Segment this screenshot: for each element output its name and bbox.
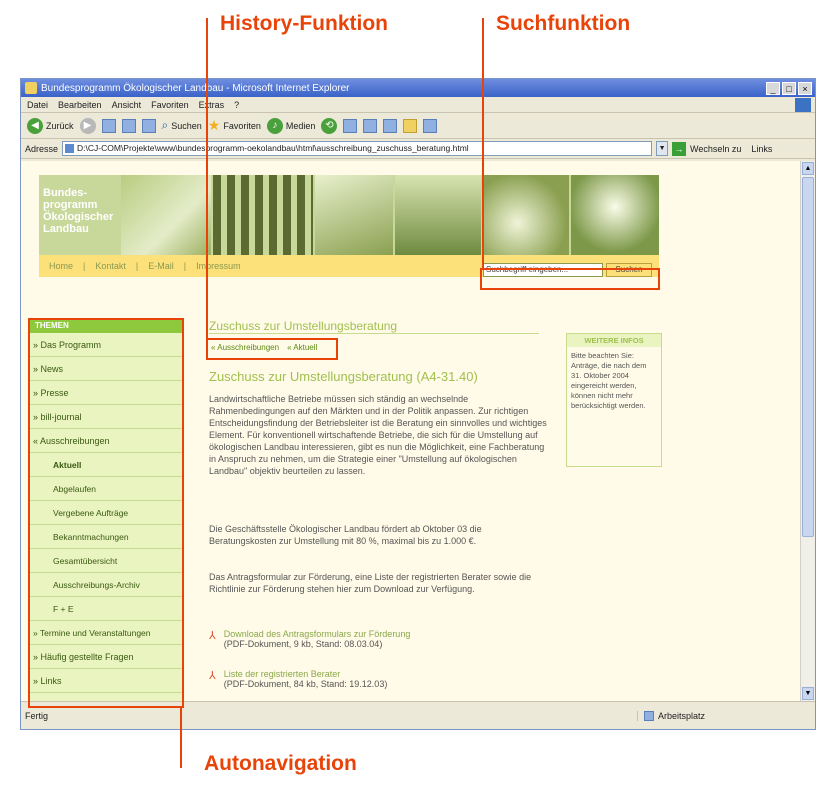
pdf-icon: ⅄: [209, 670, 216, 682]
close-button[interactable]: ×: [798, 81, 812, 95]
toolbar: ◀ Zurück ▶ ⌕ Suchen ★ Favoriten ♪ Medien ⟲: [21, 113, 815, 139]
search-highlight-box: [480, 268, 660, 290]
field-photo: [395, 175, 481, 255]
produce-photo: [315, 175, 393, 255]
logo-line: programm: [43, 199, 98, 211]
paragraph-download: Das Antragsformular zur Förderung, eine …: [209, 572, 532, 594]
download-title[interactable]: Download des Antragsformulars zur Förder…: [224, 629, 411, 639]
messenger-icon[interactable]: [423, 118, 438, 133]
paragraph-funding: Die Geschäftsstelle Ökologischer Landbau…: [209, 524, 482, 546]
media-label: Medien: [285, 120, 316, 131]
search-callout-label: Suchfunktion: [496, 12, 631, 35]
food-photo: [483, 175, 569, 255]
media-button[interactable]: ♪ Medien: [266, 117, 316, 134]
search-toolbar-button[interactable]: ⌕ Suchen: [162, 118, 202, 133]
menu-file[interactable]: Datei: [27, 100, 48, 110]
nav-separator: |: [83, 261, 86, 271]
farmer-photo: [571, 175, 659, 255]
content-heading: Zuschuss zur Umstellungsberatung (A4-31.…: [209, 369, 478, 384]
menu-edit[interactable]: Bearbeiten: [58, 100, 102, 110]
nav-separator: |: [183, 261, 187, 271]
ie-icon: [25, 82, 37, 94]
star-icon: ★: [207, 117, 221, 133]
edit-icon[interactable]: [383, 118, 398, 133]
title-bar: Bundesprogramm Ökologischer Landbau - Mi…: [21, 79, 815, 97]
menu-favorites[interactable]: Favoriten: [151, 100, 189, 110]
menu-view[interactable]: Ansicht: [112, 100, 142, 110]
search-callout-line: [482, 18, 484, 270]
maximize-button[interactable]: □: [782, 81, 796, 95]
vertical-scrollbar[interactable]: ▲ ▼: [800, 161, 815, 701]
folder-icon[interactable]: [403, 118, 418, 133]
zone-text: Arbeitsplatz: [658, 710, 706, 721]
minimize-button[interactable]: _: [766, 81, 780, 95]
infobox-text: Bitte beachten Sie: Anträge, die nach de…: [571, 351, 647, 410]
cow-photo: [121, 175, 211, 255]
zone-indicator: Arbeitsplatz: [637, 710, 797, 721]
nav-separator: |: [135, 261, 139, 271]
windows-flag-icon: [795, 97, 811, 112]
title-divider: [209, 333, 539, 334]
address-field[interactable]: D:\CJ-COM\Projekte\www\bundesprogramm-oe…: [62, 141, 653, 156]
favorites-button[interactable]: ★ Favoriten: [208, 117, 261, 134]
computer-icon: [644, 710, 654, 721]
download-consultants[interactable]: ⅄ Liste der registrierten Berater (PDF-D…: [209, 669, 387, 689]
content-title: Zuschuss zur Umstellungsberatung: [209, 319, 398, 333]
links-label[interactable]: Links: [751, 144, 772, 154]
autonav-highlight-box: [28, 318, 184, 708]
address-dropdown-icon[interactable]: ▼: [656, 141, 669, 156]
address-bar: Adresse D:\CJ-COM\Projekte\www\bundespro…: [21, 139, 815, 159]
media-icon: ♪: [266, 117, 283, 134]
address-label: Adresse: [25, 143, 59, 154]
search-toolbar-label: Suchen: [171, 120, 202, 131]
logo-line: Bundes-: [43, 187, 87, 199]
forward-button[interactable]: ▶: [79, 117, 96, 134]
history-icon[interactable]: ⟲: [321, 117, 338, 134]
history-callout-line: [206, 18, 208, 338]
download-title[interactable]: Liste der registrierten Berater: [224, 669, 388, 679]
download-meta: (PDF-Dokument, 84 kb, Stand: 19.12.03): [223, 679, 388, 689]
nav-kontakt[interactable]: Kontakt: [95, 261, 126, 271]
status-text: Fertig: [25, 710, 49, 721]
logo-line: Ökologischer: [43, 211, 114, 223]
go-icon[interactable]: →: [672, 141, 687, 156]
favorites-label: Favoriten: [223, 120, 261, 131]
bottles-photo: [213, 175, 313, 255]
logo-line: Landbau: [43, 223, 89, 235]
infobox-heading: WEITERE INFOS: [567, 334, 661, 347]
autonav-callout-line: [180, 706, 182, 768]
magnifier-icon: ⌕: [161, 118, 169, 132]
menu-bar: Datei Bearbeiten Ansicht Favoriten Extra…: [21, 97, 815, 113]
back-arrow-icon: ◀: [27, 117, 43, 134]
scroll-down-icon[interactable]: ▼: [802, 687, 814, 700]
back-label: Zurück: [46, 120, 74, 131]
download-form[interactable]: ⅄ Download des Antragsformulars zur Förd…: [209, 629, 410, 649]
scroll-thumb[interactable]: [802, 177, 814, 537]
back-button[interactable]: ◀ Zurück: [27, 117, 74, 134]
pdf-icon: ⅄: [209, 630, 216, 642]
stop-icon[interactable]: [101, 118, 116, 133]
print-icon[interactable]: [363, 118, 378, 133]
history-callout-label: History-Funktion: [220, 12, 388, 35]
history-highlight-box: [206, 338, 338, 360]
forward-arrow-icon: ▶: [79, 117, 96, 134]
nav-home[interactable]: Home: [49, 261, 73, 271]
go-label[interactable]: Wechseln zu: [690, 144, 741, 154]
menu-help[interactable]: ?: [234, 100, 239, 110]
paragraph-intro: Landwirtschaftliche Betriebe müssen sich…: [209, 394, 547, 476]
window-title: Bundesprogramm Ökologischer Landbau - Mi…: [41, 82, 350, 94]
download-meta: (PDF-Dokument, 9 kb, Stand: 08.03.04): [223, 639, 383, 649]
info-box: WEITERE INFOS Bitte beachten Sie: Anträg…: [566, 333, 662, 467]
refresh-icon[interactable]: [121, 118, 136, 133]
home-icon[interactable]: [141, 118, 156, 133]
mail-icon[interactable]: [343, 118, 358, 133]
site-logo[interactable]: Bundes- programm Ökologischer Landbau: [41, 177, 119, 251]
scroll-up-icon[interactable]: ▲: [802, 162, 814, 175]
nav-email[interactable]: E-Mail: [148, 261, 174, 271]
autonav-callout-label: Autonavigation: [204, 752, 357, 775]
menu-tools[interactable]: Extras: [199, 100, 225, 110]
nav-impressum[interactable]: Impressum: [196, 261, 241, 271]
